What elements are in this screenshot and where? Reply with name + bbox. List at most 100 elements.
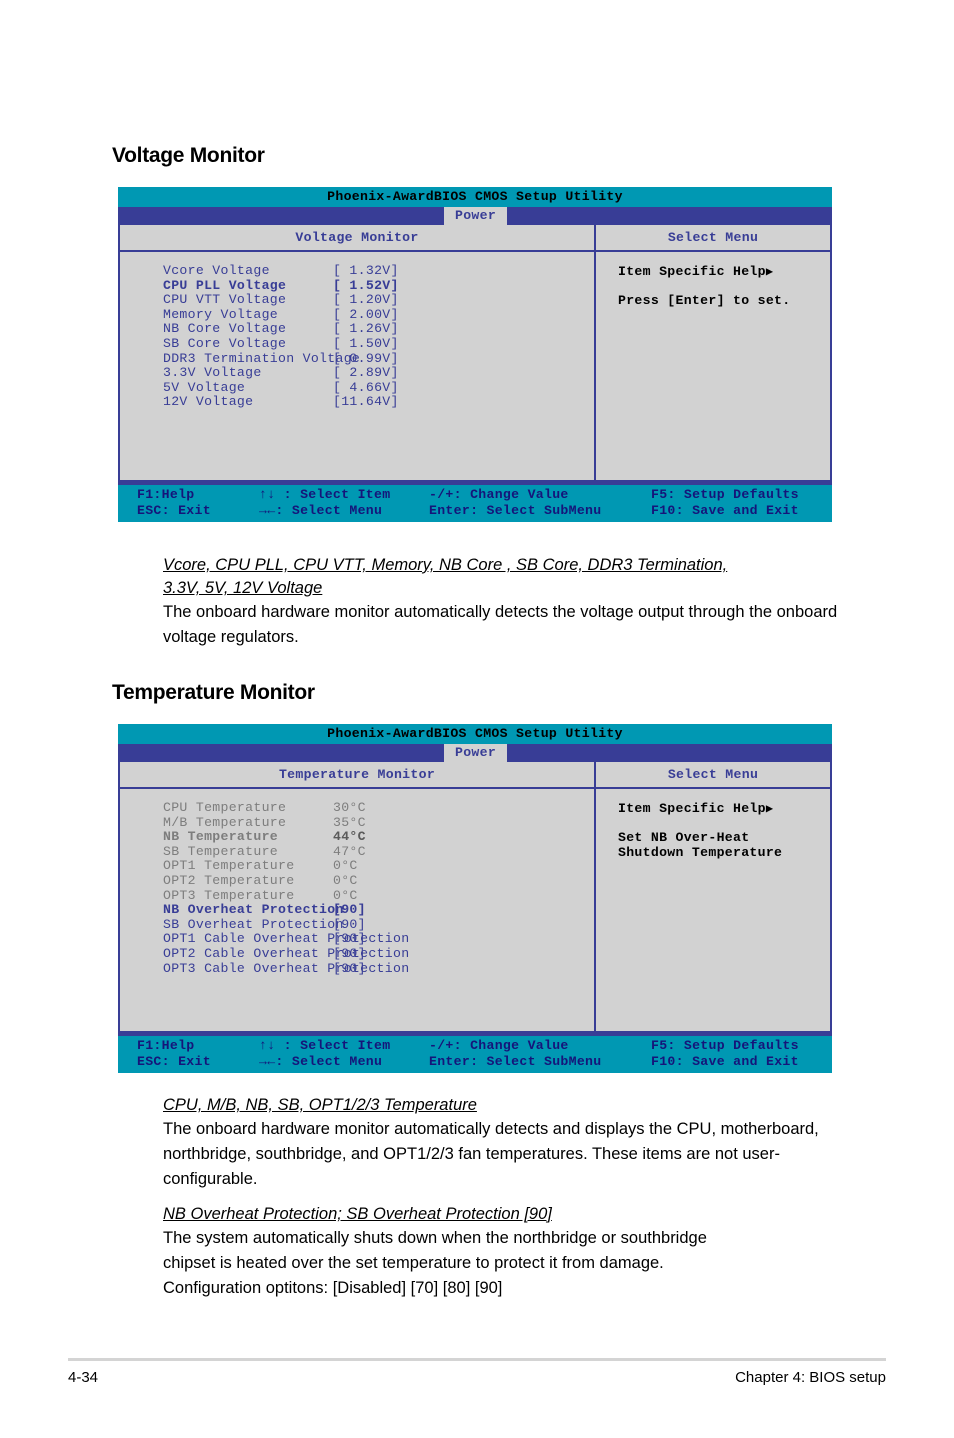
bios-item-row[interactable]: SB Core Voltage [ 1.50V] [120, 336, 594, 352]
bios-item-label: DDR3 Termination Voltage [163, 350, 361, 366]
bios-window-temperature: Phoenix-AwardBIOS CMOS Setup Utility Pow… [118, 724, 832, 1073]
bios-item-value[interactable]: 0°C [333, 859, 358, 874]
triangle-right-icon: ▶ [765, 802, 774, 816]
bios-item-row[interactable]: 12V Voltage [11.64V] [120, 395, 594, 410]
bios-item-row[interactable]: SB Temperature 47°C [120, 844, 594, 860]
key-esc-exit: ESC: Exit [137, 1054, 211, 1069]
overheat-line-1: The system automatically shuts down when… [163, 1229, 707, 1247]
key-legend-row-2: ESC: Exit →←: Select Menu Enter: Select … [118, 503, 832, 519]
bios-main-panel: Temperature Monitor CPU Temperature 30°C M… [120, 762, 596, 1031]
help-title-text: Item Specific Help [618, 264, 766, 279]
bios-item-value[interactable]: 35°C [333, 815, 366, 831]
bios-body: Voltage Monitor Vcore Voltage[ 1.32V] CPU… [118, 225, 832, 482]
overheat-description: NB Overheat Protection; SB Overheat Prot… [163, 1203, 853, 1301]
bios-item-value[interactable]: [ 2.00V] [333, 307, 399, 323]
bios-item-label: 12V Voltage [163, 394, 254, 410]
key-legend-row-1: F1:Help ↑↓ : Select Item -/+: Change Val… [118, 487, 832, 503]
bios-item-value[interactable]: [ 0.99V] [333, 351, 399, 367]
bios-item-row[interactable]: M/B Temperature 35°C [120, 815, 594, 831]
voltage-description-paragraph: The onboard hardware monitor automatical… [163, 603, 838, 646]
bios-item-value[interactable]: [90] [333, 961, 366, 977]
bios-item-value[interactable]: [ 1.32V] [333, 263, 399, 279]
bios-item-row[interactable]: NB Temperature 44°C [120, 830, 594, 845]
bios-item-label: OPT2 Temperature [163, 872, 295, 888]
bios-item-value[interactable]: 44°C [333, 830, 366, 845]
help-title: Item Specific Help▶ [618, 264, 830, 279]
bios-item-value[interactable]: [90] [333, 917, 366, 933]
key-enter-submenu: Enter: Select SubMenu [429, 1054, 602, 1069]
bios-item-value[interactable]: [ 1.52V] [333, 278, 399, 294]
panel-header-select-menu: Select Menu [596, 762, 830, 789]
bios-item-label: SB Overheat Protection [163, 916, 344, 932]
bios-item-row[interactable]: OPT2 Cable Overheat Protection [90] [120, 945, 594, 962]
bios-item-row[interactable]: OPT1 Temperature 0°C [120, 859, 594, 874]
bios-item-value[interactable]: [90] [333, 932, 366, 947]
bios-item-label: OPT3 Temperature [163, 887, 295, 903]
bios-item-row[interactable]: Vcore Voltage [ 1.32V] [120, 263, 594, 279]
bios-item-row[interactable]: OPT3 Temperature 0°C [120, 887, 594, 904]
triangle-right-icon: ▶ [765, 265, 774, 279]
help-block-voltage: Item Specific Help▶ Press [Enter] to set… [596, 264, 830, 308]
voltage-item-list: Vcore Voltage [ 1.32V] CPU PLL Voltage [ 1.… [120, 252, 594, 480]
key-f1-help: F1:Help [137, 487, 195, 502]
bios-item-label: CPU VTT Voltage [163, 292, 287, 308]
bios-title-bar: Phoenix-AwardBIOS CMOS Setup Utility [118, 187, 832, 207]
panel-header-voltage-monitor: Voltage Monitor [120, 225, 594, 252]
bios-window-voltage: Phoenix-AwardBIOS CMOS Setup Utility Pow… [118, 187, 832, 522]
document-page: Voltage Monitor Phoenix-AwardBIOS CMOS S… [0, 0, 954, 1438]
help-title: Item Specific Help▶ [618, 801, 830, 816]
bios-item-row[interactable]: OPT1 Cable Overheat Protection [90] [120, 932, 594, 947]
bios-item-label: CPU Temperature [163, 800, 287, 815]
bios-item-value[interactable]: 47°C [333, 844, 366, 860]
bios-item-label: OPT1 Temperature [163, 858, 295, 874]
voltage-heading-line-1: Vcore, CPU PLL, CPU VTT, Memory, NB Core… [163, 556, 728, 574]
bios-menu-bar: Power [118, 744, 832, 762]
bios-item-label: OPT2 Cable Overheat Protection [163, 945, 410, 961]
overheat-description-paragraph: The system automatically shuts down when… [163, 1226, 853, 1301]
bios-item-row[interactable]: OPT3 Cable Overheat Protection [90] [120, 961, 594, 977]
menu-tab-power[interactable]: Power [444, 207, 508, 225]
bios-item-row[interactable]: NB Core Voltage [ 1.26V] [120, 322, 594, 337]
bios-item-value[interactable]: [ 1.26V] [333, 322, 399, 337]
bios-item-label: 3.3V Voltage [163, 365, 262, 381]
bios-item-value[interactable]: 30°C [333, 800, 366, 816]
key-legend-row-2: ESC: Exit →←: Select Menu Enter: Select … [118, 1054, 832, 1070]
bios-item-value[interactable]: [90] [333, 903, 366, 918]
bios-item-value[interactable]: 0°C [333, 888, 358, 904]
key-select-menu: →←: Select Menu [259, 503, 383, 518]
help-line: Shutdown Temperature [618, 845, 783, 860]
bios-item-label: OPT1 Cable Overheat Protection [163, 931, 410, 947]
bios-item-row[interactable]: DDR3 Termination Voltage[ 0.99V] [120, 350, 594, 367]
key-f10-save-exit: F10: Save and Exit [651, 503, 799, 518]
bios-help-panel: Select Menu Item Specific Help▶ Press [E… [596, 225, 830, 480]
bios-item-value[interactable]: [11.64V] [333, 395, 399, 410]
key-f5-setup-defaults: F5: Setup Defaults [651, 487, 799, 502]
key-legend-row-1: F1:Help ↑↓ : Select Item -/+: Change Val… [118, 1038, 832, 1054]
bios-item-value[interactable]: [ 2.89V] [333, 366, 399, 381]
key-change-value: -/+: Change Value [429, 487, 569, 502]
help-text-lines: Press [Enter] to set. [618, 293, 830, 308]
bios-item-row[interactable]: Memory Voltage [ 2.00V] [120, 307, 594, 323]
bios-item-value[interactable]: [90] [333, 946, 366, 962]
menu-tab-power[interactable]: Power [444, 744, 508, 762]
bios-item-row[interactable]: SB Overheat Protection [90] [120, 916, 594, 933]
bios-item-row[interactable]: 3.3V Voltage [ 2.89V] [120, 366, 594, 381]
overheat-description-heading: NB Overheat Protection; SB Overheat Prot… [163, 1205, 552, 1223]
voltage-heading-line-2: 3.3V, 5V, 12V Voltage [163, 579, 323, 597]
bios-item-value[interactable]: [ 1.50V] [333, 336, 399, 352]
bios-item-value[interactable]: 0°C [333, 873, 358, 889]
bios-item-value[interactable]: [ 4.66V] [333, 380, 399, 396]
key-f1-help: F1:Help [137, 1038, 195, 1053]
bios-item-row[interactable]: CPU PLL Voltage [ 1.52V] [120, 278, 594, 294]
bios-item-row[interactable]: 5V Voltage [ 4.66V] [120, 380, 594, 396]
bios-item-value[interactable]: [ 1.20V] [333, 293, 399, 308]
help-text-lines: Set NB Over-Heat Shutdown Temperature [618, 830, 830, 860]
bios-item-row[interactable]: CPU VTT Voltage [ 1.20V] [120, 293, 594, 308]
bios-item-row[interactable]: NB Overheat Protection [90] [120, 903, 594, 918]
key-select-item: ↑↓ : Select Item [259, 487, 391, 502]
bios-title-bar: Phoenix-AwardBIOS CMOS Setup Utility [118, 724, 832, 744]
key-esc-exit: ESC: Exit [137, 503, 211, 518]
bios-item-row[interactable]: CPU Temperature 30°C [120, 800, 594, 816]
bios-item-row[interactable]: OPT2 Temperature 0°C [120, 872, 594, 889]
bios-main-panel: Voltage Monitor Vcore Voltage[ 1.32V] CPU… [120, 225, 596, 480]
